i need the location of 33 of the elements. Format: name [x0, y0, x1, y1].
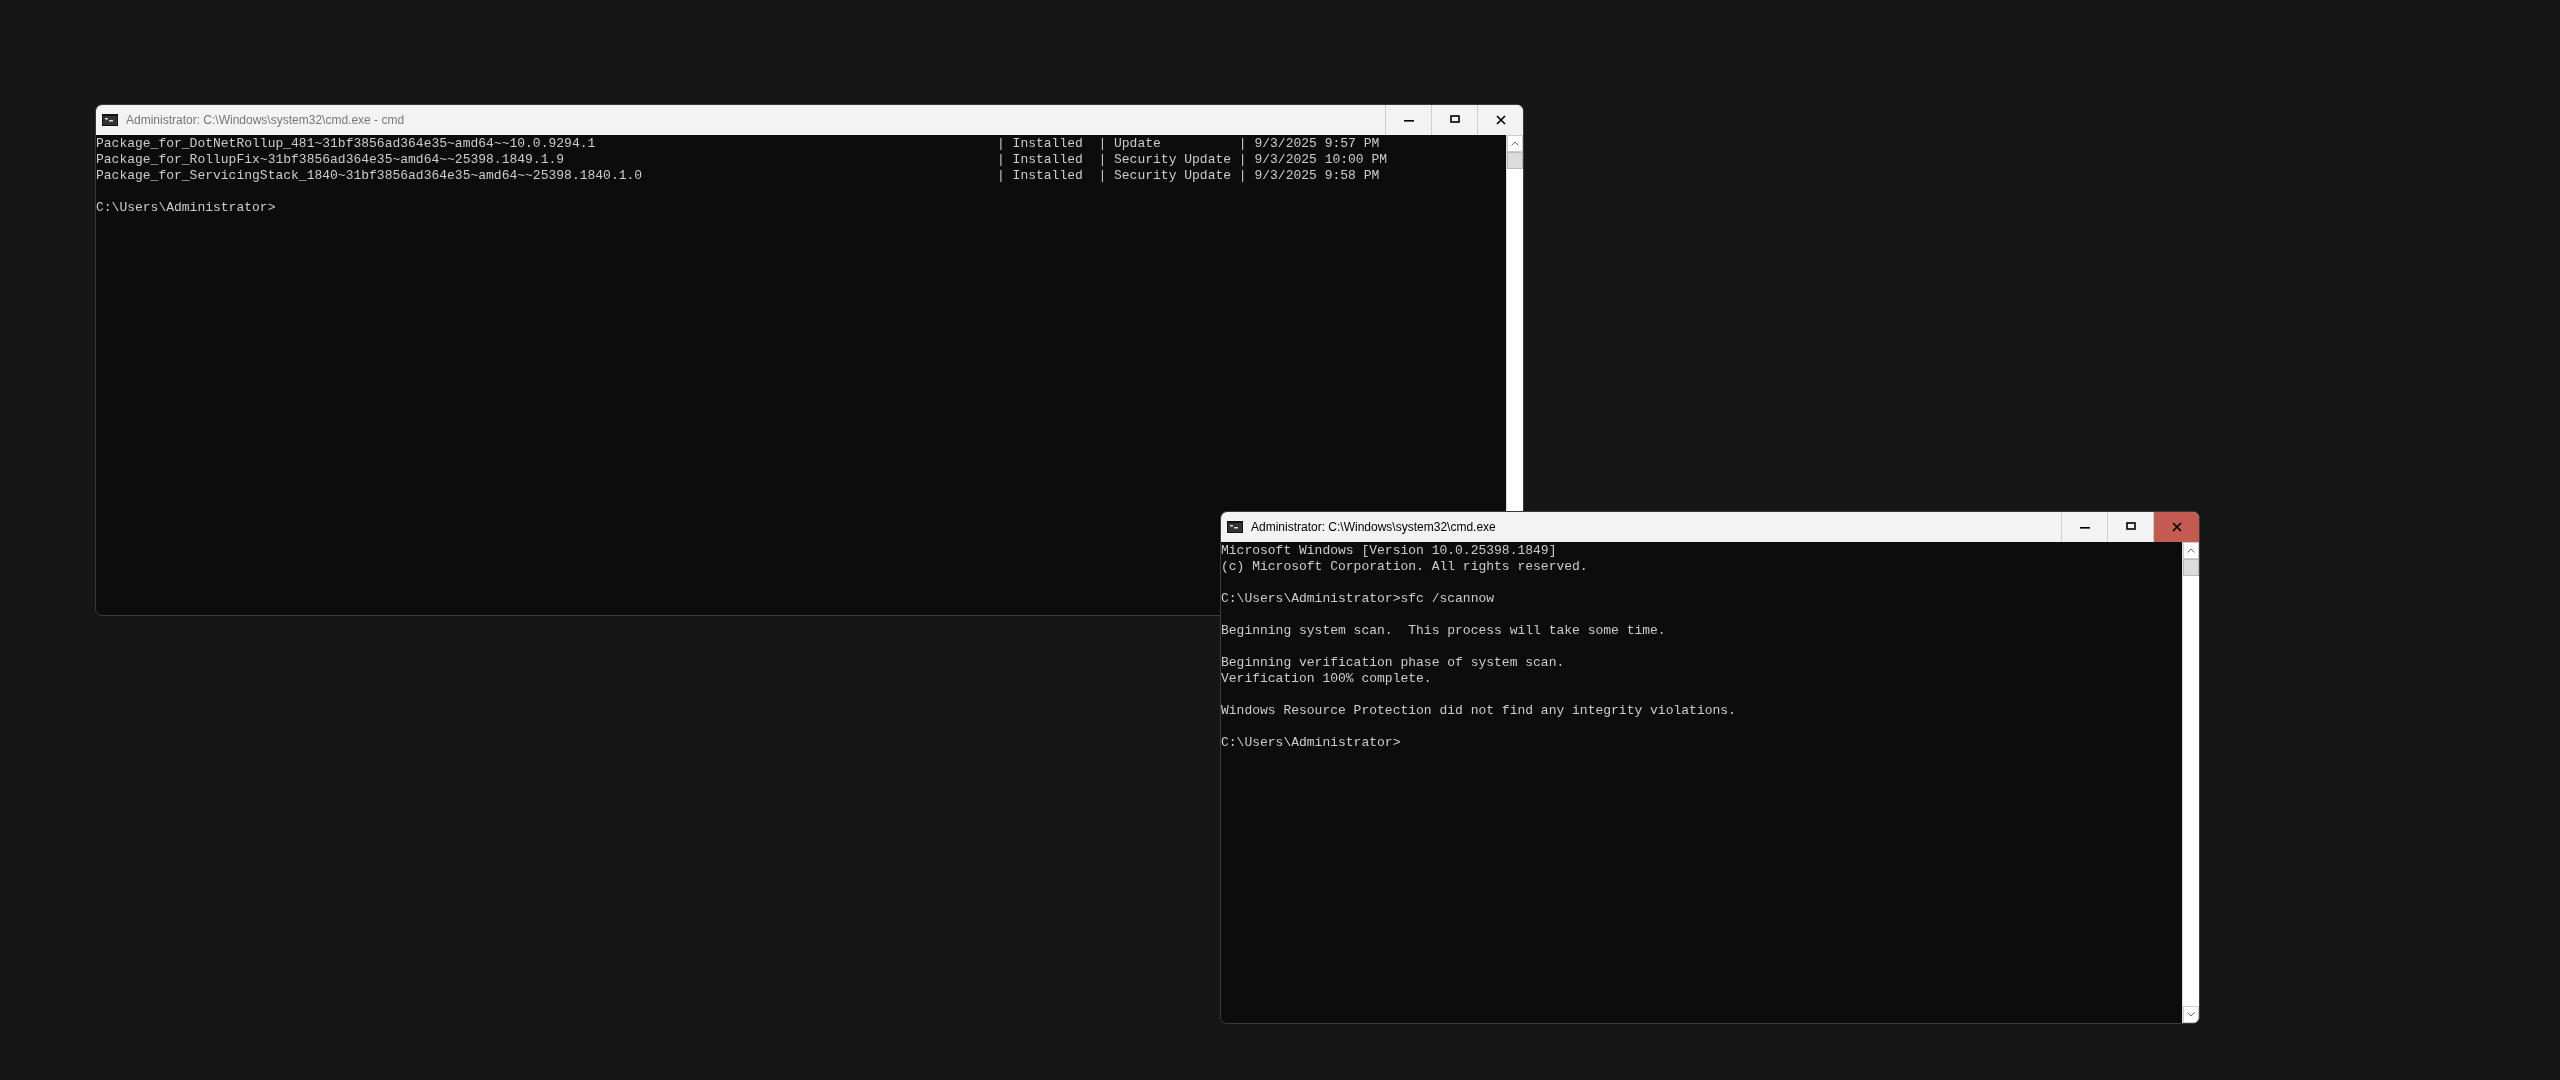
- console-text: | Installed | Security Update | 9/3/2025 10:00 PM: [997, 152, 1388, 168]
- maximize-icon: [2125, 522, 2136, 532]
- console-text: (c) Microsoft Corporation. All rights reserved.: [1221, 559, 1588, 575]
- console-text: Package_for_RollupFix~31bf3856ad364e35~amd64~~25398.1849.1.9: [96, 152, 565, 168]
- close-button[interactable]: [1477, 105, 1523, 135]
- maximize-icon: [1449, 115, 1460, 125]
- close-button[interactable]: [2153, 512, 2199, 542]
- window-title: Administrator: C:\Windows\system32\cmd.exe - cmd: [126, 113, 406, 127]
- console-text: Beginning system scan. This process will take some time.: [1221, 623, 1666, 639]
- scroll-bar[interactable]: [2182, 542, 2199, 1023]
- console-text: | Installed | Update | 9/3/2025 9:57 PM: [997, 136, 1380, 152]
- scroll-thumb[interactable]: [1507, 152, 1523, 169]
- console-text: Package_for_ServicingStack_1840~31bf3856ad364e35~amd64~~25398.1840.1.0: [96, 168, 643, 184]
- scroll-thumb[interactable]: [2183, 559, 2199, 576]
- close-icon: [2171, 522, 2182, 532]
- caret-up-icon: [1511, 141, 1519, 146]
- console-text: C:\Users\Administrator>: [96, 200, 276, 216]
- command-prompt-icon: [1227, 521, 1243, 533]
- console-text: C:\Users\Administrator>: [1221, 735, 1401, 751]
- caret-down-icon: [2187, 1012, 2195, 1017]
- close-icon: [1495, 115, 1506, 125]
- window-title: Administrator: C:\Windows\system32\cmd.exe: [1251, 520, 1497, 534]
- console-text: Microsoft Windows [Version 10.0.25398.1849]: [1221, 543, 1557, 559]
- scroll-down-button[interactable]: [2183, 1006, 2199, 1023]
- console-text: C:\Users\Administrator>sfc /scannow: [1221, 591, 1495, 607]
- console-text: | Installed | Security Update | 9/3/2025 9:58 PM: [997, 168, 1380, 184]
- command-prompt-icon: [102, 114, 118, 126]
- console-text: Windows Resource Protection did not find any integrity violations.: [1221, 703, 1736, 719]
- console-text: Package_for_DotNetRollup_481~31bf3856ad364e35~amd64~~10.0.9294.1: [96, 136, 596, 152]
- console-text: Beginning verification phase of system scan.: [1221, 655, 1565, 671]
- scroll-bar[interactable]: [1506, 135, 1523, 509]
- caret-up-icon: [2187, 548, 2195, 553]
- console-text: Verification 100% complete.: [1221, 671, 1432, 687]
